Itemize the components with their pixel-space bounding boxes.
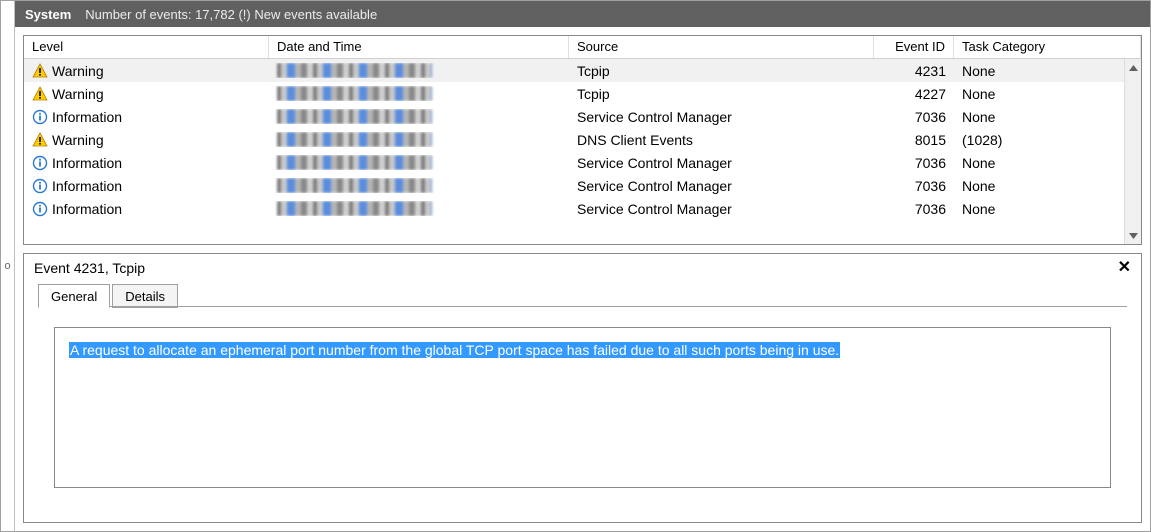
cell-category: None [954,178,1124,194]
cell-source: Service Control Manager [569,178,874,194]
tab-general[interactable]: General [38,284,110,308]
level-text: Information [52,178,122,194]
information-icon [32,155,48,171]
cell-level: Information [24,155,269,171]
level-text: Warning [52,132,104,148]
table-row[interactable]: Warning Tcpip4227None [24,82,1124,105]
cell-eventid: 4231 [874,63,954,79]
event-count: Number of events: 17,782 (!) New events … [85,7,377,22]
cell-eventid: 4227 [874,86,954,102]
cell-datetime [269,86,569,101]
warning-icon [32,132,48,148]
detail-message-box[interactable]: A request to allocate an ephemeral port … [54,327,1111,488]
warning-icon [32,63,48,79]
datetime-redacted [277,109,432,124]
scroll-up-icon[interactable] [1125,59,1142,76]
cell-source: Service Control Manager [569,109,874,125]
information-icon [32,178,48,194]
cell-level: Information [24,109,269,125]
scroll-down-icon[interactable] [1125,227,1142,244]
warning-icon [32,86,48,102]
datetime-redacted [277,63,432,78]
col-header-eventid[interactable]: Event ID [874,36,954,58]
level-text: Information [52,109,122,125]
grid-scrollbar[interactable] [1124,59,1141,244]
cell-datetime [269,201,569,216]
cell-level: Information [24,178,269,194]
col-header-source[interactable]: Source [569,36,874,58]
cell-eventid: 7036 [874,155,954,171]
detail-message-text[interactable]: A request to allocate an ephemeral port … [69,342,840,358]
cell-datetime [269,178,569,193]
datetime-redacted [277,201,432,216]
cell-level: Warning [24,132,269,148]
datetime-redacted [277,155,432,170]
datetime-redacted [277,178,432,193]
event-detail-pane: Event 4231, Tcpip ✕ General Details A re… [23,253,1142,523]
col-header-level[interactable]: Level [24,36,269,58]
cell-datetime [269,63,569,78]
detail-title: Event 4231, Tcpip [34,260,145,276]
level-text: Information [52,155,122,171]
table-row[interactable]: Information Service Control Manager7036No… [24,151,1124,174]
detail-tabs: General Details [24,280,1141,307]
grid-header[interactable]: Level Date and Time Source Event ID Task… [24,36,1141,59]
cell-category: None [954,155,1124,171]
table-row[interactable]: Information Service Control Manager7036No… [24,105,1124,128]
tab-details[interactable]: Details [112,284,178,308]
cell-level: Information [24,201,269,217]
cell-category: (1028) [954,132,1124,148]
table-row[interactable]: Warning Tcpip4231None [24,59,1124,82]
cell-source: Service Control Manager [569,155,874,171]
cell-category: None [954,201,1124,217]
event-grid[interactable]: Level Date and Time Source Event ID Task… [23,35,1142,245]
level-text: Warning [52,86,104,102]
table-row[interactable]: Warning DNS Client Events8015(1028) [24,128,1124,151]
datetime-redacted [277,86,432,101]
information-icon [32,201,48,217]
cell-category: None [954,63,1124,79]
cell-category: None [954,109,1124,125]
cell-eventid: 8015 [874,132,954,148]
left-gutter: o [1,1,15,531]
log-header-bar: System Number of events: 17,782 (!) New … [15,1,1150,27]
table-row[interactable]: Information Service Control Manager7036No… [24,174,1124,197]
gutter-label: o [4,261,10,272]
table-row[interactable]: Information Service Control Manager7036No… [24,197,1124,220]
col-header-category[interactable]: Task Category [954,36,1141,58]
cell-datetime [269,109,569,124]
cell-eventid: 7036 [874,109,954,125]
col-header-datetime[interactable]: Date and Time [269,36,569,58]
close-icon[interactable]: ✕ [1118,260,1131,276]
cell-source: DNS Client Events [569,132,874,148]
cell-source: Tcpip [569,86,874,102]
cell-eventid: 7036 [874,178,954,194]
level-text: Information [52,201,122,217]
cell-level: Warning [24,63,269,79]
cell-level: Warning [24,86,269,102]
cell-category: None [954,86,1124,102]
cell-source: Service Control Manager [569,201,874,217]
information-icon [32,109,48,125]
cell-source: Tcpip [569,63,874,79]
cell-eventid: 7036 [874,201,954,217]
datetime-redacted [277,132,432,147]
level-text: Warning [52,63,104,79]
cell-datetime [269,155,569,170]
log-name: System [25,7,71,22]
cell-datetime [269,132,569,147]
